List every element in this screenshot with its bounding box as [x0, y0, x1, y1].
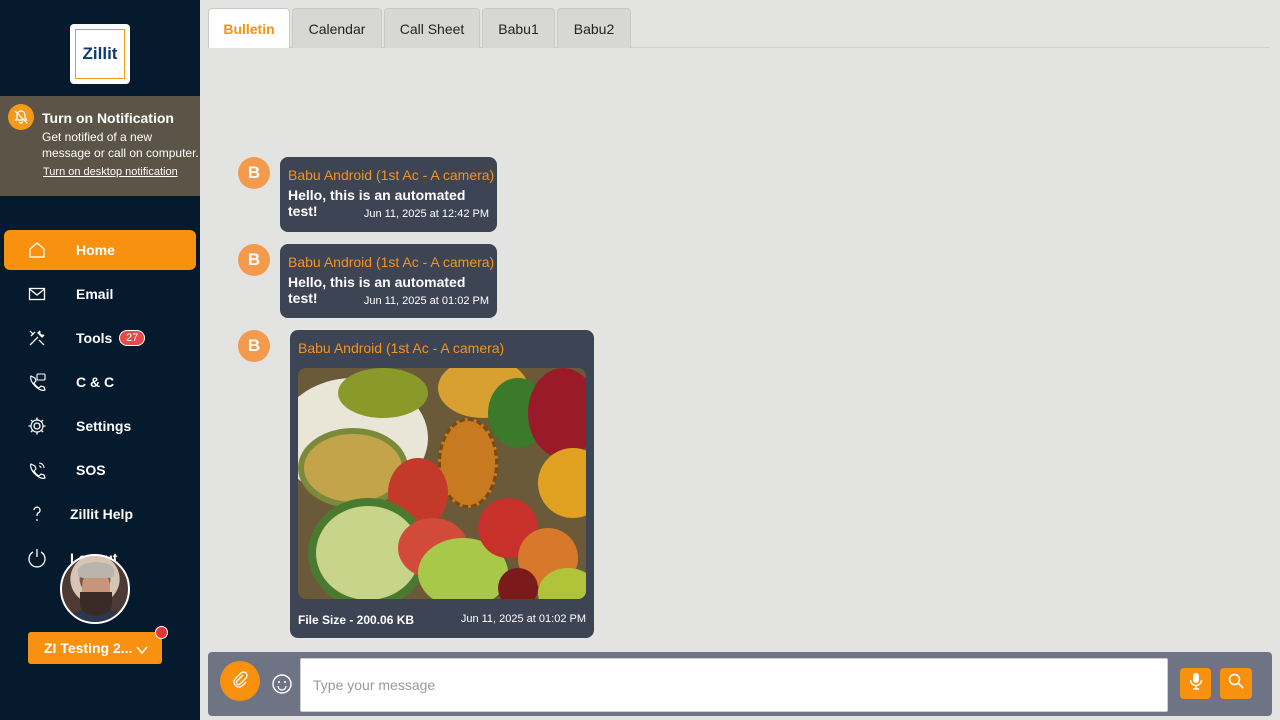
notification-title: Turn on Notification — [42, 110, 174, 126]
notification-description: Get notified of a new message or call on… — [42, 130, 199, 160]
question-icon — [26, 503, 48, 525]
voice-record-button[interactable] — [1180, 668, 1211, 699]
message-timestamp: Jun 11, 2025 at 01:02 PM — [363, 295, 489, 307]
sidebar-item-label: Settings — [76, 418, 132, 434]
message-timestamp: Jun 11, 2025 at 01:02 PM — [460, 613, 586, 625]
tab-bulletin[interactable]: Bulletin — [208, 8, 290, 48]
desktop-notification-link[interactable]: Turn on desktop notification — [43, 166, 178, 178]
phone-chat-icon — [26, 371, 48, 393]
sidebar-item-label: Zillit Help — [70, 506, 133, 522]
project-label: ZI Testing 2... — [44, 640, 133, 656]
message-sender: Babu Android (1st Ac - A camera) — [288, 254, 495, 270]
gear-icon — [26, 415, 48, 437]
zillit-logo[interactable]: Zillit — [70, 24, 130, 84]
sidebar-item-home[interactable]: Home — [4, 230, 196, 270]
message-timestamp: Jun 11, 2025 at 12:42 PM — [363, 208, 489, 220]
avatar-beard — [80, 592, 112, 616]
file-size: File Size - 200.06 KB — [298, 613, 415, 627]
sidebar-item-label: Home — [76, 242, 115, 258]
message-bubble[interactable]: Babu Android (1st Ac - A camera) Hello, … — [280, 157, 497, 232]
sidebar-item-c-and-c[interactable]: C & C — [4, 362, 196, 402]
tools-icon — [26, 327, 48, 349]
notification-dot — [155, 626, 168, 639]
attach-button[interactable] — [220, 661, 260, 701]
sidebar-item-help[interactable]: Zillit Help — [4, 494, 196, 534]
paperclip-icon — [231, 670, 249, 693]
search-button[interactable] — [1220, 668, 1252, 699]
microphone-icon — [1189, 672, 1203, 695]
home-icon — [26, 239, 48, 261]
sos-phone-icon — [26, 459, 48, 481]
avatar-cap — [78, 562, 114, 578]
sidebar-item-label: SOS — [76, 462, 106, 478]
tools-count-badge: 27 — [119, 330, 146, 346]
tab-calendar[interactable]: Calendar — [292, 8, 382, 48]
tab-babu1[interactable]: Babu1 — [482, 8, 555, 48]
notification-banner: Turn on Notification Get notified of a n… — [0, 96, 200, 196]
chevron-down-icon — [136, 642, 148, 658]
tab-babu2[interactable]: Babu2 — [557, 8, 631, 48]
message-bubble[interactable]: Babu Android (1st Ac - A camera) Hello, … — [280, 244, 497, 318]
sidebar: Zillit Turn on Notification Get notified… — [0, 0, 200, 720]
tab-bar: Bulletin Calendar Call Sheet Babu1 Babu2 — [208, 8, 1270, 48]
image-message-bubble[interactable]: Babu Android (1st Ac - A camera) File Si… — [290, 330, 594, 638]
smiley-icon — [271, 674, 293, 699]
mail-icon — [26, 283, 48, 305]
message-sender: Babu Android (1st Ac - A camera) — [288, 167, 495, 183]
sender-avatar[interactable]: B — [238, 157, 270, 189]
bell-off-icon — [8, 104, 34, 130]
project-selector-button[interactable]: ZI Testing 2... — [28, 626, 168, 664]
sidebar-item-label: Email — [76, 286, 114, 302]
sidebar-item-sos[interactable]: SOS — [4, 450, 196, 490]
sender-avatar[interactable]: B — [238, 330, 270, 362]
message-input[interactable] — [300, 658, 1168, 712]
sidebar-item-label: Tools — [76, 330, 113, 346]
sidebar-item-label: C & C — [76, 374, 115, 390]
message-composer — [208, 652, 1272, 716]
logo-text: Zillit — [75, 29, 125, 79]
sidebar-item-settings[interactable]: Settings — [4, 406, 196, 446]
fruit-photo[interactable] — [298, 368, 586, 599]
sidebar-item-tools[interactable]: Tools 27 — [4, 318, 196, 358]
power-icon — [26, 547, 48, 569]
user-avatar[interactable] — [60, 554, 130, 624]
sender-avatar[interactable]: B — [238, 244, 270, 276]
search-icon — [1228, 673, 1244, 694]
tab-call-sheet[interactable]: Call Sheet — [384, 8, 480, 48]
sidebar-item-email[interactable]: Email — [4, 274, 196, 314]
message-sender: Babu Android (1st Ac - A camera) — [298, 340, 505, 356]
emoji-button[interactable] — [271, 673, 293, 695]
